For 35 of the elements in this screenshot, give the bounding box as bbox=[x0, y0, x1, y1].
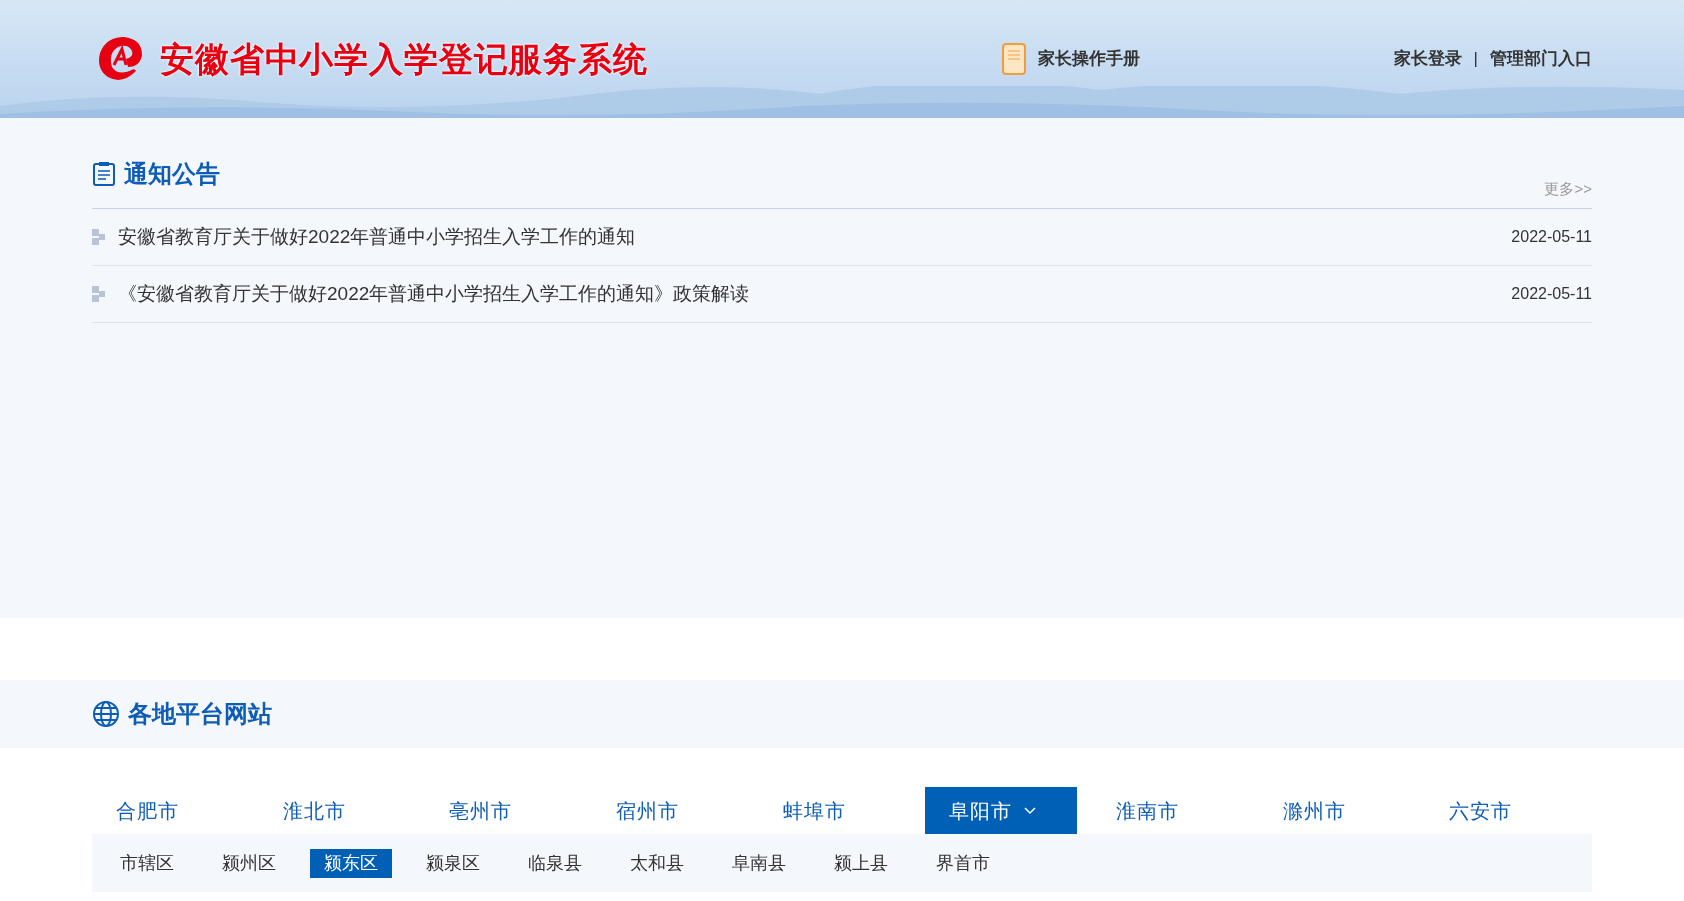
notice-link[interactable]: 安徽省教育厅关于做好2022年普通中小学招生入学工作的通知 bbox=[118, 222, 636, 252]
city-tab[interactable]: 亳州市 bbox=[425, 787, 578, 834]
nav-separator: | bbox=[1473, 48, 1478, 71]
notice-heading: 通知公告 bbox=[124, 159, 220, 189]
parent-login-link[interactable]: 家长登录 bbox=[1393, 46, 1462, 72]
site-title: 安徽省中小学入学登记服务系统 bbox=[160, 38, 648, 80]
notice-date: 2022-05-11 bbox=[1511, 227, 1592, 247]
bullet-icon bbox=[92, 286, 106, 302]
notice-date: 2022-05-11 bbox=[1511, 284, 1592, 304]
document-icon bbox=[1001, 43, 1026, 75]
district-tab[interactable]: 临泉县 bbox=[514, 848, 596, 878]
district-tab[interactable]: 颍泉区 bbox=[412, 848, 494, 878]
district-tab[interactable]: 颍东区 bbox=[310, 848, 392, 878]
district-tab[interactable]: 阜南县 bbox=[718, 848, 800, 878]
admin-entry-link[interactable]: 管理部门入口 bbox=[1490, 46, 1592, 72]
regions-heading: 各地平台网站 bbox=[128, 699, 272, 729]
city-tab[interactable]: 合肥市 bbox=[92, 787, 244, 834]
district-tab[interactable]: 太和县 bbox=[616, 848, 698, 878]
district-tab[interactable]: 界首市 bbox=[922, 848, 1004, 878]
chevron-down-icon bbox=[1024, 806, 1037, 815]
city-tab[interactable]: 淮北市 bbox=[258, 787, 411, 834]
bullet-icon bbox=[92, 229, 106, 245]
notice-link[interactable]: 《安徽省教育厅关于做好2022年普通中小学招生入学工作的通知》政策解读 bbox=[118, 279, 750, 309]
globe-icon bbox=[92, 700, 120, 728]
district-tab[interactable]: 颍上县 bbox=[820, 848, 902, 878]
city-tab[interactable]: 蚌埠市 bbox=[758, 787, 911, 834]
manual-link[interactable]: 家长操作手册 bbox=[1001, 43, 1140, 75]
city-tab[interactable]: 滁州市 bbox=[1258, 787, 1411, 834]
city-tab[interactable]: 淮南市 bbox=[1092, 787, 1244, 834]
notice-icon bbox=[92, 161, 116, 187]
district-tab[interactable]: 颍州区 bbox=[208, 848, 290, 878]
city-tab[interactable]: 阜阳市 bbox=[925, 787, 1078, 834]
city-tab[interactable]: 六安市 bbox=[1425, 787, 1578, 834]
district-tab[interactable]: 市辖区 bbox=[106, 848, 188, 878]
city-tab[interactable]: 宿州市 bbox=[592, 787, 744, 834]
